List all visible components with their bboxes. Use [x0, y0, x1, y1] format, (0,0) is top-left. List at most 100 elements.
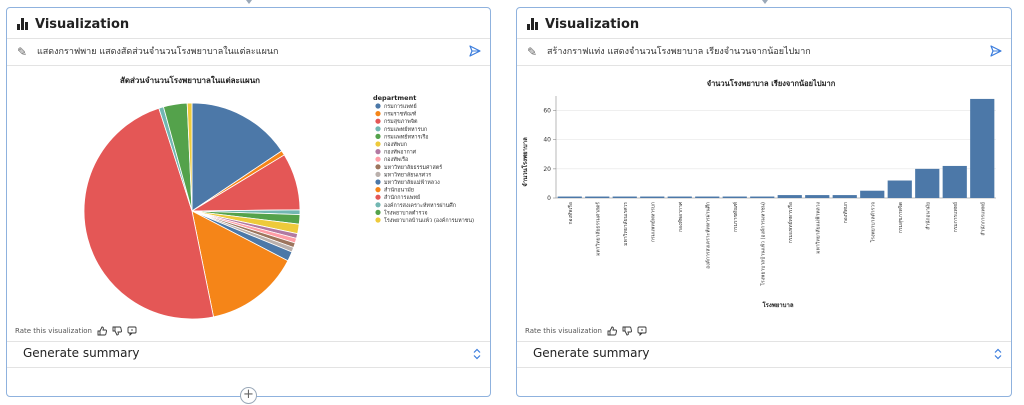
x-tick-label: มหาวิทยาลัยนเรศวร — [622, 202, 629, 246]
legend-swatch — [375, 103, 381, 109]
bar — [832, 195, 857, 198]
y-tick-label: 20 — [543, 166, 551, 173]
bar-chart-icon — [527, 18, 539, 30]
bars — [557, 98, 995, 198]
visualization-panel-left: Visualization ✎ แสดงกราฟพาย แสดงสัดส่วนจ… — [6, 7, 491, 397]
prompt-text[interactable]: แสดงกราฟพาย แสดงสัดส่วนจำนวนโรงพยาบาลในแ… — [37, 44, 278, 58]
y-tick-label: 0 — [547, 195, 551, 202]
x-tick-label: โรงพยาบาลบ้านแพ้ว (องค์การมหาชน) — [759, 202, 766, 286]
bar — [860, 190, 885, 198]
panel-title: Visualization — [35, 16, 130, 32]
summary-label: Generate summary — [533, 346, 650, 360]
connector-notch — [762, 0, 768, 4]
divider — [7, 367, 490, 368]
x-axis-label: โรงพยาบาล — [761, 301, 793, 309]
x-tick-label: โรงพยาบาลตำรวจ — [869, 202, 876, 242]
chevron-up-down-icon[interactable] — [472, 348, 482, 360]
legend-label: กรมราชทัณฑ์ — [384, 111, 417, 118]
panel-header: Visualization — [527, 12, 639, 36]
legend-label: กองทัพอากาศ — [384, 149, 417, 156]
bar — [612, 196, 637, 198]
legend-swatch — [375, 118, 381, 124]
legend-swatch — [375, 187, 381, 193]
legend-swatch — [375, 217, 381, 223]
legend-swatch — [375, 202, 381, 208]
legend-label: กรมการแพทย์ — [384, 103, 417, 110]
legend-label: กรมสุขภาพจิต — [384, 118, 418, 125]
x-tick-label: กรมการแพทย์ — [952, 202, 959, 232]
legend-title: department — [373, 94, 416, 102]
x-tick-labels: กองทัพเรือ มหาวิทยาลัยธรรมศาสตร์ มหาวิทยาล… — [567, 201, 987, 285]
bar-chart-canvas: จำนวนโรงพยาบาล เรียงจากน้อยไปมาก จำนวนโร… — [521, 78, 996, 309]
x-tick-label: กองทัพอากาศ — [678, 201, 684, 232]
bar — [805, 195, 830, 198]
legend-swatch — [375, 156, 381, 162]
bar — [640, 196, 665, 198]
x-tick-label: กรมแพทย์ทหารเรือ — [787, 202, 794, 243]
rate-row: Rate this visualization — [525, 324, 647, 338]
visualization-panel-right: Visualization ✎ สร้างกราฟแท่ง แสดงจำนวนโ… — [516, 7, 1012, 397]
y-tick-label: 40 — [543, 137, 551, 144]
legend-label: กรมแพทย์ทหารบก — [384, 126, 427, 133]
x-tick-label: มหาวิทยาลัยธรรมศาสตร์ — [594, 202, 601, 256]
add-cell-button[interactable]: + — [240, 387, 257, 404]
legend-swatch — [375, 149, 381, 155]
bar — [585, 196, 610, 198]
thumbs-down-icon[interactable] — [112, 326, 122, 336]
pie-slices — [83, 102, 301, 320]
legend-label: สำนักการแพทย์ — [384, 194, 420, 201]
pie-chart: สัดส่วนจำนวนโรงพยาบาลในแต่ละแผนก departm… — [8, 66, 489, 321]
bar — [557, 196, 582, 198]
generate-summary-dropdown[interactable]: Generate summary — [7, 342, 490, 366]
chart-title: จำนวนโรงพยาบาล เรียงจากน้อยไปมาก — [707, 78, 836, 88]
rate-label: Rate this visualization — [525, 327, 602, 335]
rate-label: Rate this visualization — [15, 327, 92, 335]
bar — [750, 196, 775, 198]
bar — [695, 196, 720, 198]
legend-swatch — [375, 209, 381, 215]
legend-label: โรงพยาบาลตำรวจ — [384, 209, 428, 216]
legend-swatch — [375, 126, 381, 132]
x-tick-label: กองทัพบก — [843, 202, 849, 223]
legend-swatch — [375, 171, 381, 177]
legend-label: มหาวิทยาลัยธรรมศาสตร์ — [384, 164, 442, 171]
bar — [915, 168, 940, 198]
x-tick-label: สำนักอนามัย — [925, 202, 931, 230]
panel-title: Visualization — [545, 16, 640, 32]
x-tick-label: กรมสุขภาพจิต — [897, 202, 904, 233]
send-icon[interactable] — [989, 44, 1003, 58]
legend-label: มหาวิทยาลัยแม่ฟ้าหลวง — [384, 179, 440, 186]
comment-icon[interactable] — [127, 326, 137, 336]
generate-summary-dropdown[interactable]: Generate summary — [517, 342, 1011, 366]
rate-row: Rate this visualization — [15, 324, 137, 338]
legend-swatch — [375, 111, 381, 117]
thumbs-up-icon[interactable] — [97, 326, 107, 336]
bar-chart: จำนวนโรงพยาบาล เรียงจากน้อยไปมาก จำนวนโร… — [518, 66, 1010, 321]
summary-label: Generate summary — [23, 346, 140, 360]
bar — [887, 180, 912, 198]
thumbs-down-icon[interactable] — [622, 326, 632, 336]
thumbs-up-icon[interactable] — [607, 326, 617, 336]
x-tick-label: มหาวิทยาลัยแม่ฟ้าหลวง — [814, 201, 821, 253]
connector-notch — [246, 0, 252, 4]
chevron-up-down-icon[interactable] — [993, 348, 1003, 360]
legend-label: โรงพยาบาลบ้านแพ้ว (องค์การมหาชน) — [384, 217, 474, 224]
bar — [667, 196, 692, 198]
bar — [722, 196, 747, 198]
legend-label: กรมแพทย์ทหารเรือ — [384, 133, 428, 140]
prompt-row[interactable]: ✎ แสดงกราฟพาย แสดงสัดส่วนจำนวนโรงพยาบาลใ… — [7, 39, 490, 65]
legend-swatch — [375, 164, 381, 170]
comment-icon[interactable] — [637, 326, 647, 336]
magic-wand-icon: ✎ — [527, 45, 538, 59]
x-tick-label: กองทัพเรือ — [567, 202, 574, 224]
prompt-text[interactable]: สร้างกราฟแท่ง แสดงจำนวนโรงพยาบาล เรียงจำ… — [547, 44, 811, 58]
send-icon[interactable] — [468, 44, 482, 58]
prompt-row[interactable]: ✎ สร้างกราฟแท่ง แสดงจำนวนโรงพยาบาล เรียง… — [517, 39, 1011, 65]
divider — [517, 367, 1011, 368]
legend-label: กองทัพบก — [384, 141, 407, 148]
legend: กรมการแพทย์กรมราชทัณฑ์กรมสุขภาพจิตกรมแพท… — [375, 103, 474, 224]
legend-swatch — [375, 133, 381, 139]
legend-swatch — [375, 194, 381, 200]
legend-label: องค์การสงเคราะห์ทหารผ่านศึก — [384, 202, 456, 209]
panel-header: Visualization — [17, 12, 129, 36]
